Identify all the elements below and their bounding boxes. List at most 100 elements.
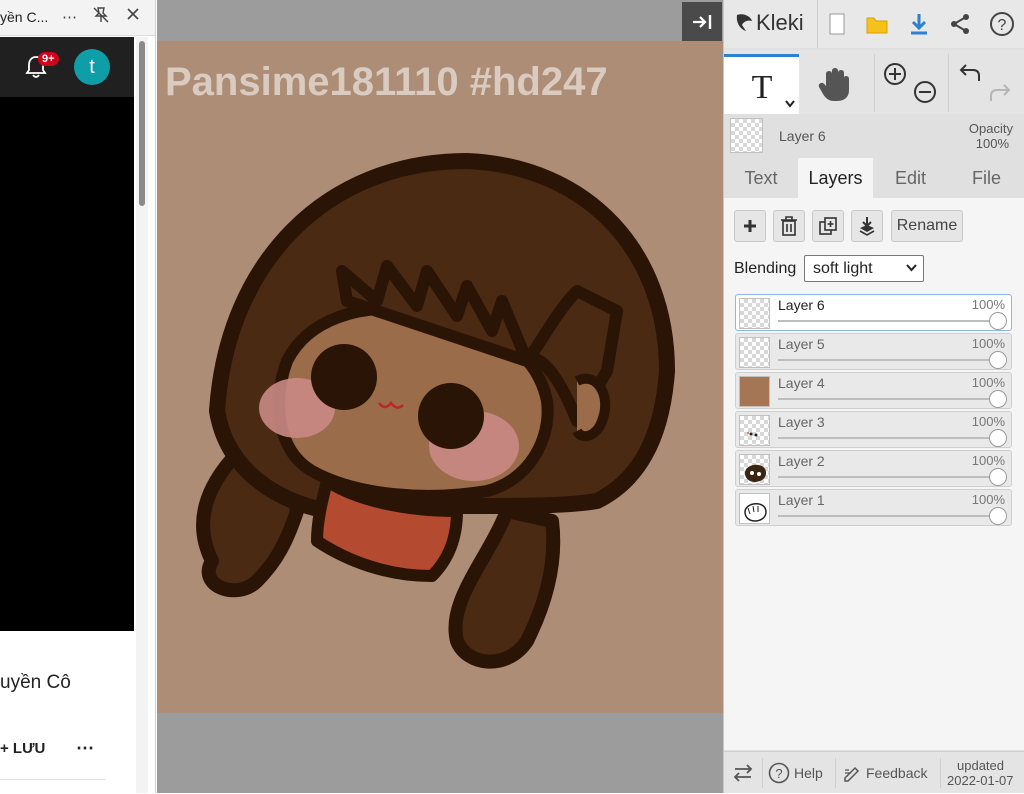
divider <box>762 758 763 788</box>
panel-tabs: Text Layers Edit File <box>724 158 1024 198</box>
layer-name: Layer 4 <box>778 375 825 391</box>
help-icon[interactable]: ? <box>988 10 1016 38</box>
divider <box>940 758 941 788</box>
canvas-area[interactable]: Pansime181110 #hd247 <box>157 0 723 793</box>
unpin-icon[interactable] <box>92 6 110 28</box>
layer-name: Layer 2 <box>778 453 825 469</box>
save-button[interactable]: + LƯU <box>0 740 45 757</box>
layer-row[interactable]: Layer 1 100% <box>735 489 1012 526</box>
merge-down-button[interactable] <box>851 210 883 242</box>
app-name: Kleki <box>756 10 804 35</box>
tab-text[interactable]: Text <box>724 158 798 198</box>
opacity-slider-handle[interactable] <box>989 468 1007 486</box>
chibi-girl-drawing: Pansime181110 #hd247 <box>165 60 675 669</box>
video-site-header: 9+ t <box>0 37 134 97</box>
close-icon[interactable] <box>126 7 140 25</box>
layer-thumbnail <box>739 337 770 368</box>
svg-text:?: ? <box>775 766 782 781</box>
zoom-out-icon[interactable] <box>913 80 937 109</box>
chevron-down-icon <box>785 100 795 108</box>
current-layer-name: Layer 6 <box>779 128 826 144</box>
text-tool-button[interactable]: T <box>724 54 799 114</box>
layer-thumbnail <box>739 454 770 485</box>
help-icon: ? <box>768 762 790 784</box>
avatar[interactable]: t <box>74 49 110 85</box>
opacity-slider[interactable] <box>778 359 998 361</box>
open-folder-icon[interactable] <box>863 10 891 38</box>
add-layer-button[interactable] <box>734 210 766 242</box>
tab-layers[interactable]: Layers <box>798 158 873 198</box>
side-panel-tab-title[interactable]: yền C... <box>0 9 48 25</box>
layer-opacity: 100% <box>971 414 1005 429</box>
layer-thumbnail <box>739 415 770 446</box>
browser-side-panel: yền C... ⋯ 9+ t uyền Cô + LƯU ⋯ <box>0 0 156 793</box>
video-player[interactable] <box>0 97 134 631</box>
plus-icon <box>744 220 756 232</box>
layer-opacity: 100% <box>971 492 1005 507</box>
watermark-text: Pansime181110 #hd247 <box>165 60 608 104</box>
undo-icon[interactable] <box>958 62 982 89</box>
scrollbar-thumb[interactable] <box>139 41 145 206</box>
blending-select[interactable]: soft light <box>804 255 924 282</box>
opacity-slider[interactable] <box>778 437 998 439</box>
opacity-slider-handle[interactable] <box>989 429 1007 447</box>
download-icon[interactable] <box>905 10 933 38</box>
zoom-in-icon[interactable] <box>883 62 907 91</box>
layer-thumbnail <box>739 298 770 329</box>
opacity-slider[interactable] <box>778 398 998 400</box>
layers-tab-content: Rename Blending soft light Layer 6 100% … <box>724 198 1024 750</box>
layer-opacity: 100% <box>971 297 1005 312</box>
layer-row[interactable]: Layer 5 100% <box>735 333 1012 370</box>
help-label: Help <box>794 765 823 781</box>
layer-opacity: 100% <box>971 336 1005 351</box>
layer-row[interactable]: Layer 6 100% <box>735 294 1012 331</box>
chevron-down-icon <box>906 256 917 281</box>
layer-row[interactable]: Layer 3 100% <box>735 411 1012 448</box>
opacity-slider-handle[interactable] <box>989 390 1007 408</box>
share-icon[interactable] <box>946 10 974 38</box>
more-actions-button[interactable]: ⋯ <box>76 738 94 759</box>
kleki-panel: Kleki ? T Layer 6 Opacity 100% Text Laye… <box>723 0 1024 793</box>
hand-tool-icon[interactable] <box>816 66 852 109</box>
opacity-slider-handle[interactable] <box>989 312 1007 330</box>
layer-row[interactable]: Layer 2 100% <box>735 450 1012 487</box>
tab-file[interactable]: File <box>948 158 1024 198</box>
layer-name: Layer 3 <box>778 414 825 430</box>
rename-button[interactable]: Rename <box>891 210 963 242</box>
kleki-topbar: Kleki ? <box>724 0 1024 48</box>
svg-text:T: T <box>751 69 772 104</box>
swap-side-icon[interactable] <box>732 752 754 794</box>
feedback-button[interactable]: Feedback <box>843 752 927 794</box>
duplicate-layer-button[interactable] <box>812 210 844 242</box>
layer-thumbnail <box>739 493 770 524</box>
opacity-slider-handle[interactable] <box>989 351 1007 369</box>
updated-label: updated <box>957 758 1004 773</box>
opacity-slider[interactable] <box>778 515 998 517</box>
current-layer-header: Layer 6 Opacity 100% <box>724 116 1024 156</box>
layer-name: Layer 6 <box>778 297 825 313</box>
opacity-slider[interactable] <box>778 476 998 478</box>
collapse-panel-button[interactable] <box>682 2 722 42</box>
more-options-icon[interactable]: ⋯ <box>62 8 77 26</box>
kleki-logo[interactable]: Kleki <box>734 10 804 36</box>
video-title[interactable]: uyền Cô <box>0 672 71 694</box>
opacity-slider[interactable] <box>778 320 998 322</box>
new-image-icon[interactable] <box>823 10 851 38</box>
layer-opacity: 100% <box>971 453 1005 468</box>
layer-name: Layer 5 <box>778 336 825 352</box>
side-panel-tabbar: yền C... ⋯ <box>0 0 155 36</box>
merge-down-icon <box>859 217 875 236</box>
blending-label: Blending <box>734 260 797 277</box>
delete-layer-button[interactable] <box>773 210 805 242</box>
opacity-slider-handle[interactable] <box>989 507 1007 525</box>
divider <box>0 779 106 780</box>
layer-row[interactable]: Layer 4 100% <box>735 372 1012 409</box>
divider <box>835 758 836 788</box>
side-panel-scrollbar[interactable] <box>136 37 148 793</box>
feedback-label: Feedback <box>866 765 928 781</box>
tab-edit[interactable]: Edit <box>873 158 948 198</box>
drawing-canvas[interactable]: Pansime181110 #hd247 <box>157 41 723 713</box>
trash-icon <box>781 216 797 236</box>
help-button[interactable]: ? Help <box>768 752 823 794</box>
redo-icon[interactable] <box>988 82 1012 109</box>
